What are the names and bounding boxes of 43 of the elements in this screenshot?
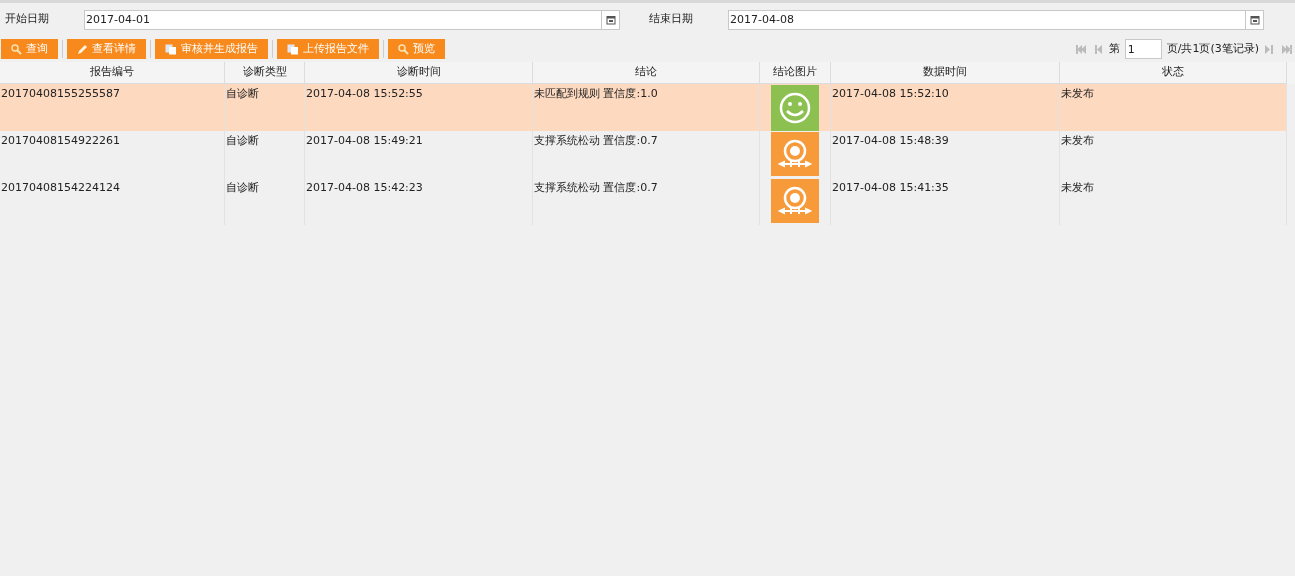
copy-icon <box>165 43 177 55</box>
last-page-icon[interactable] <box>1281 43 1293 55</box>
page-field[interactable]: 1 <box>1124 39 1162 59</box>
page-count: 页/共1页(3笔记录) <box>1166 40 1259 57</box>
table-cell: 未发布 <box>1061 181 1094 194</box>
first-page-icon[interactable] <box>1074 43 1087 55</box>
table-cell: 未发布 <box>1061 87 1094 100</box>
table-cell: 2017-04-08 15:48:39 <box>832 134 949 147</box>
date-field[interactable]: 2017-04-01 <box>84 9 602 30</box>
table-cell: 2017-04-08 15:41:35 <box>832 181 949 194</box>
table-cell: 2017-04-08 15:52:55 <box>306 87 423 100</box>
table-cell: 2017-04-08 15:52:10 <box>832 87 949 100</box>
table-cell: 20170408155255587 <box>1 87 120 100</box>
table-cell: 自诊断 <box>226 181 259 194</box>
table-cell: 自诊断 <box>226 87 259 100</box>
table-row[interactable]: 20170408154922261 自诊断 2017-04-08 15:49:21 支撑系统松动 置信度:0.7 2017-04-08 15:48:39 未发布 <box>0 131 1287 178</box>
table-cell: 20170408154922261 <box>1 134 120 147</box>
search-icon <box>398 43 409 55</box>
field-label: 结束日期 <box>648 11 694 28</box>
table-row[interactable]: 20170408154224124 自诊断 2017-04-08 15:42:23 支撑系统松动 置信度:0.7 2017-04-08 15:41:35 未发布 <box>0 178 1287 225</box>
table-cell: 支撑系统松动 置信度:0.7 <box>534 181 658 194</box>
smiley-icon <box>771 85 819 131</box>
copy-icon <box>287 43 299 55</box>
table-cell: 20170408154224124 <box>1 181 120 194</box>
field-label: 开始日期 <box>4 11 50 28</box>
table-cell: 自诊断 <box>226 134 259 147</box>
motor-icon <box>771 132 819 176</box>
calendar-button[interactable] <box>602 9 620 30</box>
search-icon <box>11 43 22 55</box>
calendar-button[interactable] <box>1246 9 1264 30</box>
page-label: 第 <box>1108 40 1120 57</box>
table-row[interactable]: 20170408155255587 自诊断 2017-04-08 15:52:55 未匹配到规则 置信度:1.0 2017-04-08 15:52:10 未发布 <box>0 84 1287 131</box>
table-cell: 未发布 <box>1061 134 1094 147</box>
calendar-icon <box>1249 14 1260 25</box>
table-cell: 2017-04-08 15:49:21 <box>306 134 423 147</box>
table-cell: 2017-04-08 15:42:23 <box>306 181 423 194</box>
calendar-icon <box>605 14 616 25</box>
table-cell: 未匹配到规则 置信度:1.0 <box>534 87 658 100</box>
table-cell: 支撑系统松动 置信度:0.7 <box>534 134 658 147</box>
motor-icon <box>771 179 819 223</box>
date-field[interactable]: 2017-04-08 <box>728 9 1246 30</box>
next-page-icon[interactable] <box>1264 43 1276 55</box>
pencil-icon <box>77 43 88 55</box>
